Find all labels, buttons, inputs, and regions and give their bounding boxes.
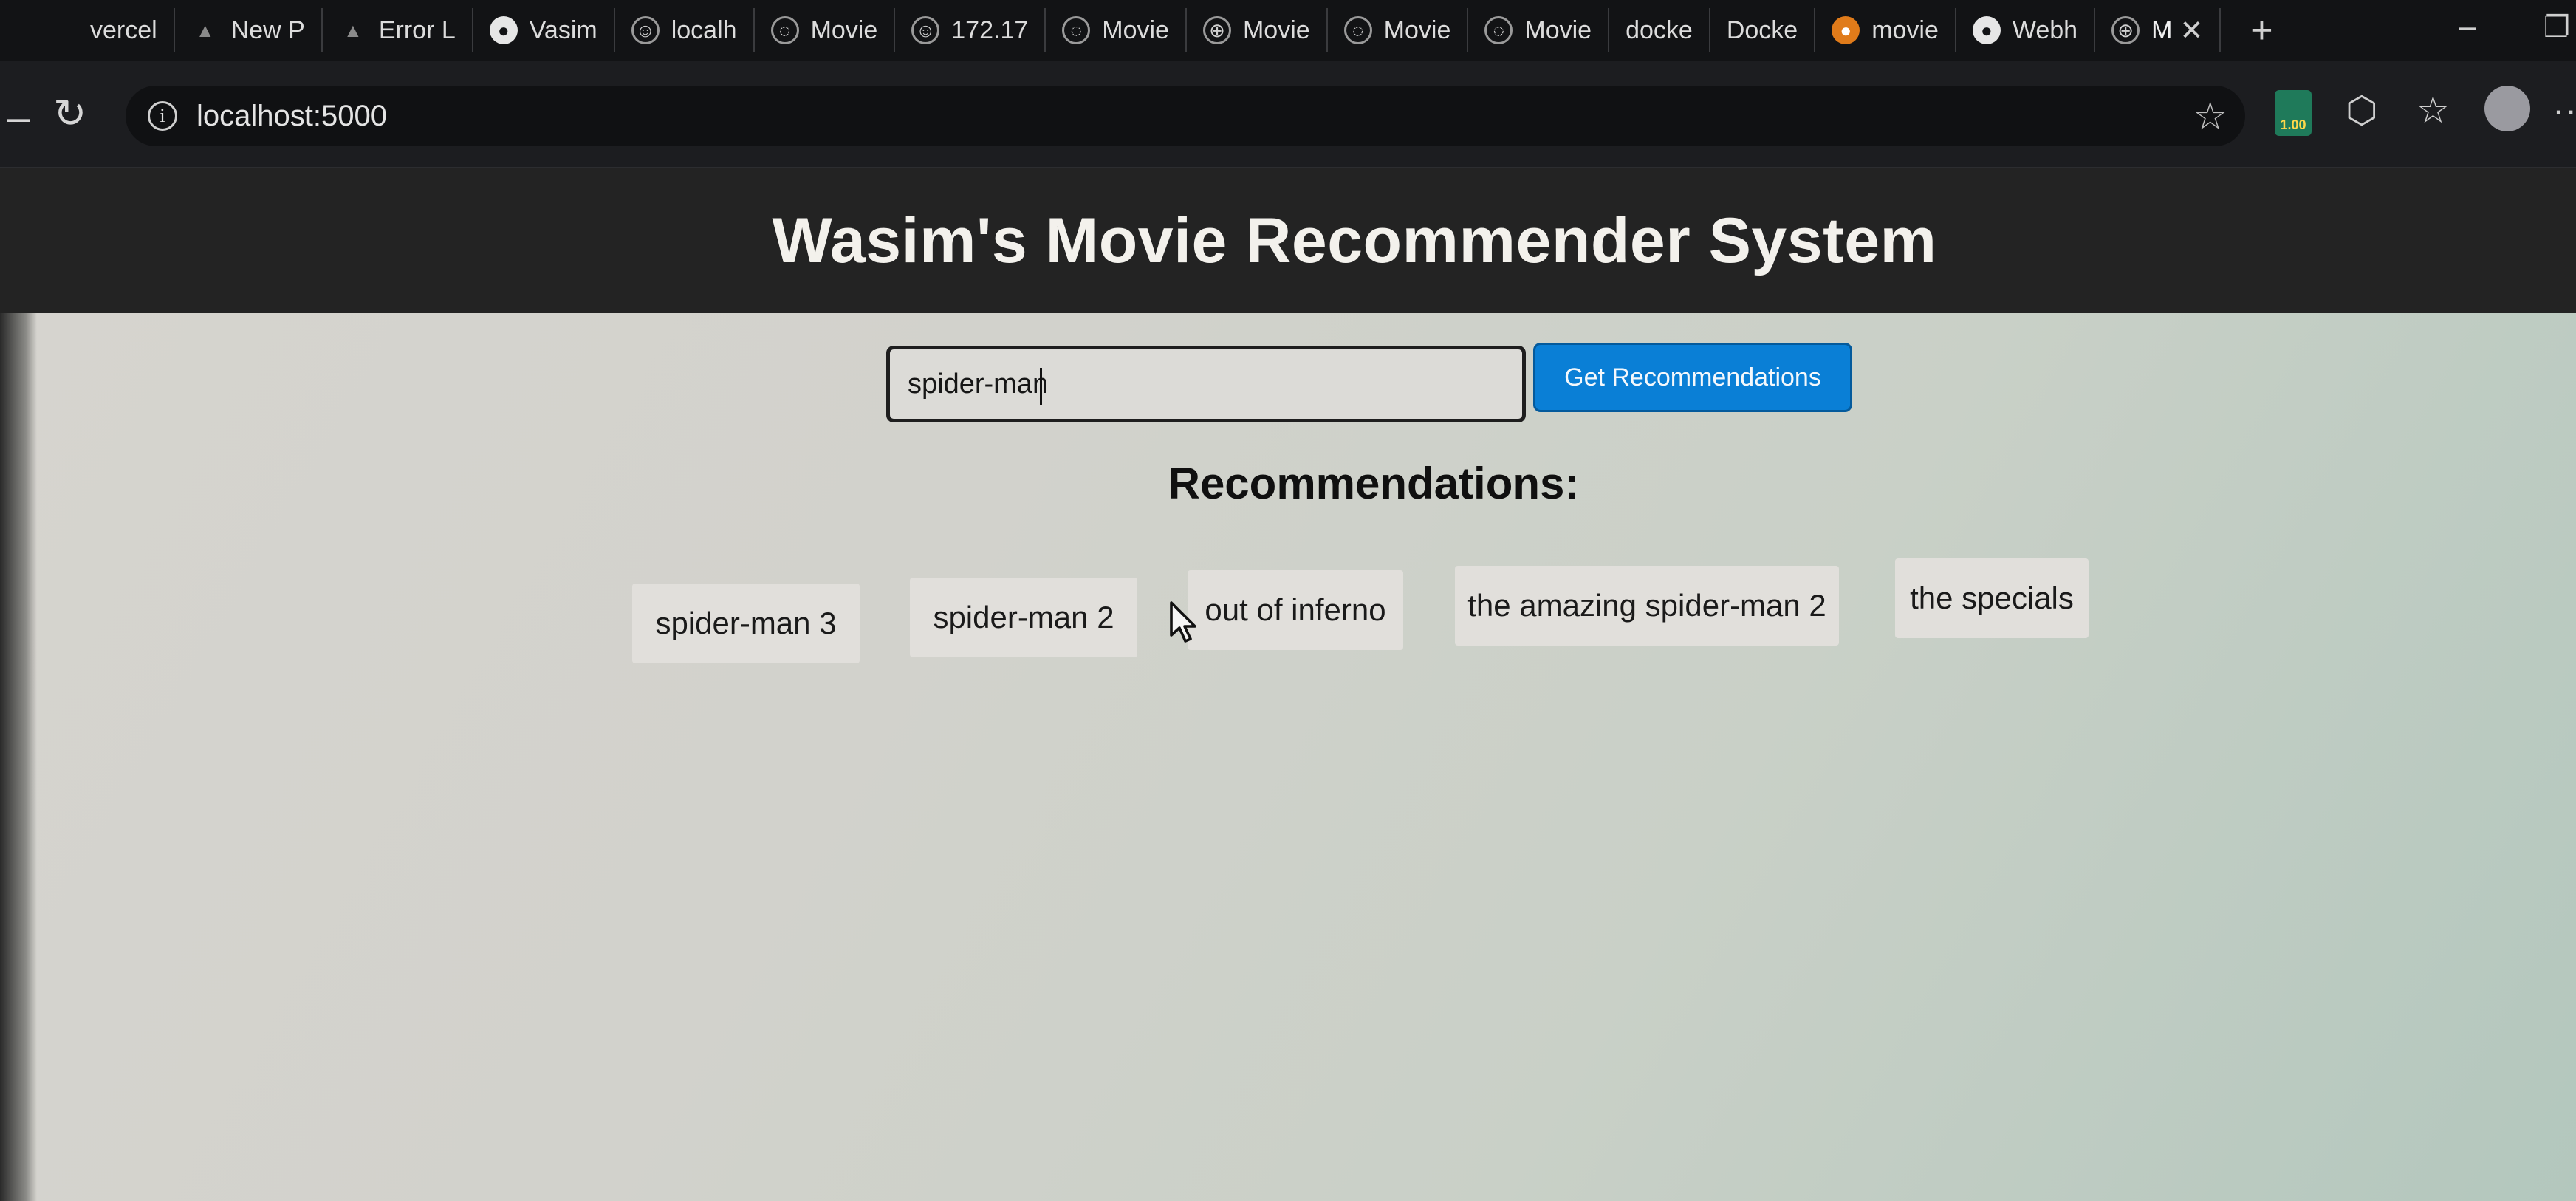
- tab-label: Movie: [1102, 16, 1169, 44]
- tab-label: Docke: [1726, 16, 1798, 44]
- tab[interactable]: docke: [1609, 8, 1710, 52]
- orange-icon: ●: [1832, 16, 1860, 44]
- recommendation-card: the amazing spider-man 2: [1455, 566, 1839, 646]
- globe-icon: ⊕: [1202, 16, 1231, 44]
- address-bar[interactable]: i localhost:5000 ☆: [126, 86, 2245, 146]
- bot-icon: ☺: [631, 16, 660, 44]
- tab[interactable]: ▲ Error L: [323, 8, 473, 52]
- tab-label: movie: [1871, 16, 1939, 44]
- get-recommendations-button[interactable]: Get Recommendations: [1533, 343, 1852, 412]
- tab-label: docke: [1626, 16, 1693, 44]
- loading-icon: ◌: [770, 16, 799, 44]
- recommendation-card: spider-man 2: [910, 578, 1137, 657]
- tab[interactable]: vercel: [74, 8, 175, 52]
- star-icon[interactable]: ☆: [2193, 95, 2227, 139]
- tab-label: Webh: [2012, 16, 2078, 44]
- github-icon: ●: [489, 16, 518, 44]
- recommendation-card: spider-man 3: [632, 584, 860, 663]
- triangle-icon: ▲: [195, 18, 215, 41]
- extensions-puzzle-icon[interactable]: ⬡: [2346, 89, 2378, 131]
- triangle-icon: ▲: [343, 18, 363, 41]
- tab-label: 172.17: [951, 16, 1029, 44]
- tab-list: vercel ▲ New P ▲ Error L ● Vasim ☺ localh ◌ Movie ☺…: [74, 8, 2096, 52]
- back-icon[interactable]: –: [7, 95, 30, 140]
- text-caret: [1040, 368, 1042, 405]
- tab[interactable]: ● movie: [1815, 8, 1956, 52]
- tab[interactable]: ◌ Movie: [1046, 8, 1187, 52]
- page-title: Wasim's Movie Recommender System: [772, 205, 1937, 276]
- tab-label: Movie: [1383, 16, 1451, 44]
- tab[interactable]: Docke: [1710, 8, 1816, 52]
- loading-icon: ◌: [1062, 16, 1091, 44]
- tab-label: Movie: [1242, 16, 1310, 44]
- page-header: Wasim's Movie Recommender System: [0, 168, 2576, 313]
- recommendations-heading: Recommendations:: [1168, 459, 1580, 508]
- tab[interactable]: ◌ Movie: [1468, 8, 1610, 52]
- tab-label: localh: [671, 16, 737, 44]
- tab[interactable]: ☺ localh: [615, 8, 755, 52]
- tab-label: New P: [230, 16, 305, 44]
- address-text: localhost:5000: [196, 99, 387, 132]
- tab[interactable]: ● Webh: [1956, 8, 2096, 52]
- extension-badge: 1.00: [2280, 117, 2306, 132]
- tab[interactable]: ◌ Movie: [755, 8, 896, 52]
- close-icon[interactable]: ✕: [2179, 14, 2203, 47]
- address-bar-row: – ↻ i localhost:5000 ☆ 1.00 ⬡ ☆ ··: [0, 61, 2576, 168]
- tab[interactable]: ☺ 172.17: [895, 8, 1046, 52]
- loading-icon: ◌: [1343, 16, 1372, 44]
- favorites-icon[interactable]: ☆: [2416, 89, 2450, 131]
- info-icon[interactable]: i: [148, 101, 177, 131]
- tab-label: vercel: [90, 16, 157, 44]
- tab-label: M: [2151, 16, 2173, 44]
- loading-icon: ◌: [1484, 16, 1513, 44]
- new-tab-button[interactable]: +: [2250, 8, 2272, 52]
- github-icon: ●: [1972, 16, 2001, 44]
- restore-icon[interactable]: ❐: [2544, 10, 2570, 44]
- minimize-icon[interactable]: –: [2459, 10, 2476, 44]
- reload-icon[interactable]: ↻: [53, 90, 86, 137]
- tab[interactable]: ⊕ Movie: [1187, 8, 1328, 52]
- tab[interactable]: ● Vasim: [473, 8, 615, 52]
- recommendation-card: out of inferno: [1188, 570, 1403, 650]
- tab-label: Error L: [378, 16, 456, 44]
- page-body: [0, 313, 2576, 1201]
- bot-icon: ☺: [911, 16, 940, 44]
- tab[interactable]: ▲ New P: [175, 8, 323, 52]
- tab-label: Movie: [1524, 16, 1592, 44]
- tab-label: Vasim: [529, 16, 597, 44]
- tab-active[interactable]: ⊕ M ✕: [2095, 8, 2222, 52]
- tab-strip: vercel ▲ New P ▲ Error L ● Vasim ☺ localh ◌ Movie ☺…: [0, 0, 2576, 61]
- recommendation-card: the specials: [1895, 558, 2089, 638]
- extension-icon[interactable]: 1.00: [2275, 90, 2312, 136]
- profile-avatar[interactable]: [2484, 86, 2530, 131]
- mouse-cursor-icon: [1170, 601, 1196, 643]
- tab-label: Movie: [810, 16, 878, 44]
- more-icon[interactable]: ··: [2552, 89, 2576, 131]
- screen-bezel: [0, 313, 37, 1201]
- globe-icon: ⊕: [2111, 16, 2140, 44]
- movie-search-input[interactable]: [886, 346, 1526, 422]
- tab[interactable]: ◌ Movie: [1328, 8, 1469, 52]
